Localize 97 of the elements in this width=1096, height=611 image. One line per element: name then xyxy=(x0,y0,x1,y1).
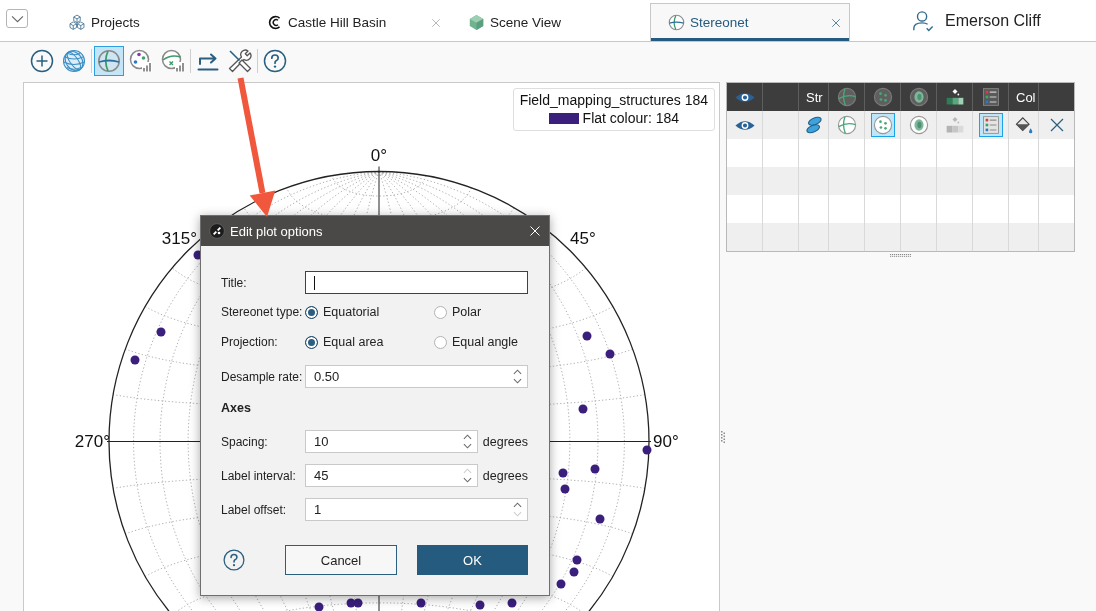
legend-label: Flat colour: 184 xyxy=(582,110,680,126)
radio-option[interactable]: Polar xyxy=(434,305,482,319)
data-point xyxy=(569,567,579,577)
chevron-down-icon[interactable] xyxy=(462,443,472,449)
text-field[interactable] xyxy=(305,271,528,294)
field-label: Projection: xyxy=(221,335,279,349)
dotted-circle-chart-icon xyxy=(129,49,153,73)
tools-icon xyxy=(228,49,252,73)
dialog-app-icon xyxy=(209,223,225,239)
globe-icon xyxy=(97,49,121,73)
spin-field[interactable]: 45 xyxy=(305,464,478,487)
ring-icon xyxy=(908,87,929,107)
column-header[interactable]: Str xyxy=(806,89,823,105)
chevron-down-icon[interactable] xyxy=(513,378,522,384)
column-header[interactable]: Col xyxy=(1016,89,1036,105)
tab[interactable]: Projects xyxy=(50,3,250,41)
user-name[interactable]: Emerson Cliff xyxy=(945,11,1041,30)
eye-icon[interactable] xyxy=(734,90,755,104)
layer-row[interactable] xyxy=(727,111,1074,139)
tab[interactable]: Stereonet xyxy=(650,3,850,41)
paint-bar-icon xyxy=(944,87,965,107)
spin-field[interactable]: 10 xyxy=(305,430,478,453)
logo-icon xyxy=(268,15,283,30)
data-point xyxy=(595,514,605,524)
dropdown-button[interactable] xyxy=(6,9,28,28)
data-point xyxy=(314,602,324,611)
dotted-globe-icon xyxy=(872,87,893,107)
globe-icon xyxy=(836,87,857,107)
dialog-title: Edit plot options xyxy=(230,223,323,239)
legend-title: Field_mapping_structures 184 xyxy=(519,92,708,108)
data-point xyxy=(130,355,140,365)
field-label: Desample rate: xyxy=(221,369,304,384)
cubes-icon xyxy=(68,13,86,32)
data-point xyxy=(590,464,600,474)
chevron-up-icon[interactable] xyxy=(462,434,472,440)
data-point xyxy=(353,598,363,608)
radio-option[interactable]: Equal area xyxy=(305,335,384,349)
spin-field[interactable]: 1 xyxy=(305,498,528,521)
tab[interactable]: Scene View xyxy=(450,3,650,41)
data-point xyxy=(346,598,356,608)
angle-label: 45° xyxy=(570,229,596,248)
data-point xyxy=(582,331,592,341)
data-point xyxy=(556,579,566,589)
hexagon-icon xyxy=(468,14,485,31)
toolbar-button[interactable] xyxy=(94,46,124,76)
toggle-button[interactable] xyxy=(978,113,1003,137)
angle-label: 315° xyxy=(161,229,197,248)
globe-icon xyxy=(668,14,685,31)
angle-label: 90° xyxy=(653,432,679,451)
list-icon xyxy=(980,87,1001,107)
add-icon xyxy=(30,49,54,73)
chevron-up-icon[interactable] xyxy=(513,369,522,375)
data-point xyxy=(572,555,582,565)
tab[interactable]: Castle Hill Basin xyxy=(250,3,450,41)
cancel-button[interactable]: Cancel xyxy=(285,545,397,575)
stacked-discs-icon[interactable] xyxy=(804,115,824,135)
list-icon xyxy=(980,115,1001,135)
circle-chart-icon xyxy=(161,49,185,73)
data-point xyxy=(416,598,426,608)
text-cursor-icon xyxy=(314,275,315,290)
field-label: Label offset: xyxy=(221,502,288,517)
radio-option[interactable]: Equal angle xyxy=(434,335,519,349)
data-point xyxy=(605,349,615,359)
angle-label: 270° xyxy=(74,432,110,451)
unit-label: degrees xyxy=(482,468,528,483)
paint-bucket-icon[interactable] xyxy=(1013,115,1034,135)
ok-button[interactable]: OK xyxy=(417,545,528,575)
dotted-globe-icon xyxy=(872,115,893,135)
data-point xyxy=(156,327,166,337)
data-point xyxy=(578,404,588,414)
data-point xyxy=(507,598,517,608)
unit-label: degrees xyxy=(482,434,528,449)
field-label: Title: xyxy=(221,275,248,290)
chevron-up-icon[interactable] xyxy=(513,502,522,508)
globe-icon xyxy=(836,115,857,135)
chevron-down-icon[interactable] xyxy=(462,477,472,483)
help-icon xyxy=(263,49,287,73)
splitter-grip-icon[interactable] xyxy=(721,431,725,443)
wireframe-globe-icon xyxy=(62,49,86,73)
field-label: Label interval: xyxy=(221,468,297,483)
chevron-down-icon xyxy=(10,14,24,23)
spin-field[interactable]: 0.50 xyxy=(305,365,528,388)
user-icon[interactable] xyxy=(912,9,934,32)
resize-grip-icon[interactable] xyxy=(890,254,911,258)
data-point xyxy=(642,445,652,455)
ring-icon xyxy=(908,115,929,135)
data-point xyxy=(558,468,568,478)
angle-label: 0° xyxy=(370,146,388,165)
toggle-button[interactable] xyxy=(870,113,895,137)
eye-icon[interactable] xyxy=(734,118,755,132)
radio-option[interactable]: Equatorial xyxy=(305,305,380,319)
help-icon[interactable] xyxy=(223,549,245,571)
data-point xyxy=(475,600,485,610)
field-label: Spacing: xyxy=(221,434,269,449)
data-point xyxy=(560,484,570,494)
section-heading: Axes xyxy=(221,401,251,415)
field-label: Stereonet type: xyxy=(221,305,304,319)
